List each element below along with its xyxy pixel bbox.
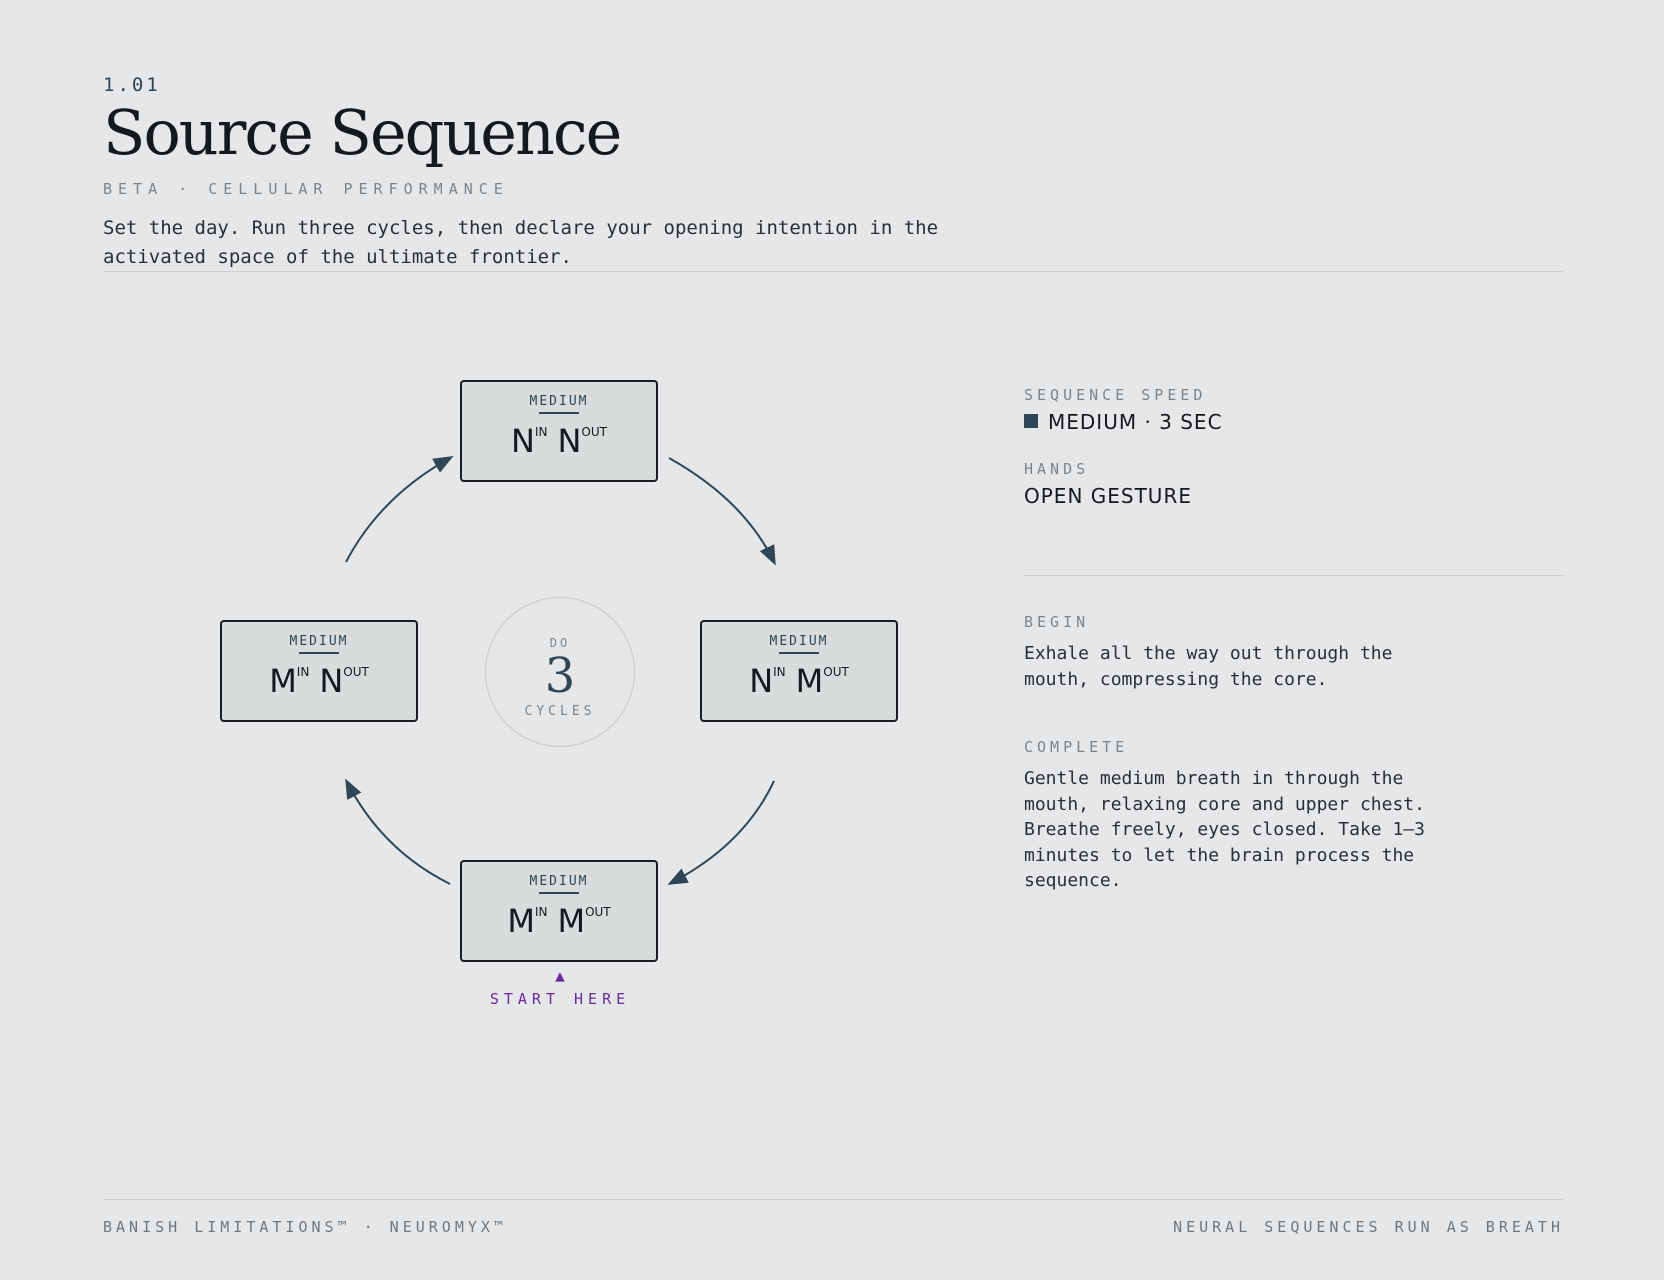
breath-pattern: MIN MOUT (462, 902, 656, 940)
sequence-speed-section: SEQUENCE SPEED MEDIUM · 3 SEC (1024, 386, 1564, 434)
sequence-speed-value-row: MEDIUM · 3 SEC (1024, 410, 1564, 434)
breath-pattern: MIN NOUT (222, 662, 416, 700)
complete-label: COMPLETE (1024, 738, 1129, 756)
speed-underline (779, 652, 819, 654)
exhale-sup: OUT (585, 905, 611, 919)
speed-square-icon (1024, 414, 1038, 428)
exhale-letter: N (319, 662, 344, 700)
speed-underline (539, 412, 579, 414)
sequence-speed-label: SEQUENCE SPEED (1024, 386, 1207, 404)
start-triangle-icon: ▲ (555, 966, 565, 985)
breath-pattern: NIN NOUT (462, 422, 656, 460)
exhale-sup: OUT (343, 665, 369, 679)
footer-brand: BANISH LIMITATIONS™ · NEUROMYX™ (103, 1218, 507, 1236)
cycle-count-circle: DO 3 CYCLES (485, 597, 635, 747)
arrow-left-to-top (345, 456, 454, 563)
box-speed-label: MEDIUM (529, 394, 589, 409)
footer-tagline: NEURAL SEQUENCES RUN AS BREATH (1173, 1218, 1564, 1236)
begin-section: BEGIN Exhale all the way out through the… (1024, 613, 1564, 692)
exhale-sup: OUT (823, 665, 849, 679)
box-speed-label: MEDIUM (289, 634, 349, 649)
breath-box-bottom: MEDIUM MIN MOUT (460, 860, 658, 962)
inhale-letter: M (507, 902, 535, 940)
arrow-top-to-right (668, 457, 776, 566)
exhale-letter: M (795, 662, 824, 700)
inhale-letter: M (269, 662, 297, 700)
breath-box-left: MEDIUM MIN NOUT (220, 620, 418, 722)
exhale-sup: OUT (581, 425, 607, 439)
inhale-letter: N (749, 662, 774, 700)
speed-underline (539, 892, 579, 894)
cycle-count-suffix: CYCLES (524, 704, 596, 719)
inhale-sup: IN (534, 905, 548, 919)
arrow-bottom-to-left (345, 778, 451, 885)
inhale-sup: IN (534, 425, 548, 439)
start-label: START HERE (489, 990, 631, 1008)
complete-text: Gentle medium breath in through the mout… (1024, 768, 1425, 891)
begin-text: Exhale all the way out through the mouth… (1024, 643, 1393, 690)
inhale-sup: IN (773, 665, 786, 679)
hands-section: HANDS OPEN GESTURE (1024, 460, 1564, 508)
start-marker: ▲ START HERE (460, 966, 660, 1009)
exhale-letter: N (557, 422, 582, 460)
inhale-letter: N (511, 422, 535, 460)
side-divider (1024, 575, 1564, 576)
begin-label: BEGIN (1024, 613, 1090, 631)
sequence-speed-value: MEDIUM · 3 SEC (1048, 410, 1223, 434)
footer-divider (103, 1199, 1563, 1200)
hands-value: OPEN GESTURE (1024, 484, 1192, 508)
exhale-letter: M (557, 902, 586, 940)
cycle-count-number: 3 (544, 648, 576, 704)
arrow-right-to-bottom (667, 780, 775, 885)
breath-cycle-diagram: MEDIUM NIN NOUT MEDIUM NIN MOUT MEDIUM MIN… (0, 0, 1000, 1100)
complete-section: COMPLETE Gentle medium breath in through… (1024, 738, 1564, 894)
box-speed-label: MEDIUM (769, 634, 829, 649)
inhale-sup: IN (296, 665, 310, 679)
breath-box-right: MEDIUM NIN MOUT (700, 620, 898, 722)
breath-pattern: NIN MOUT (702, 662, 896, 700)
breath-box-top: MEDIUM NIN NOUT (460, 380, 658, 482)
hands-label: HANDS (1024, 460, 1090, 478)
box-speed-label: MEDIUM (529, 874, 589, 889)
speed-underline (299, 652, 339, 654)
